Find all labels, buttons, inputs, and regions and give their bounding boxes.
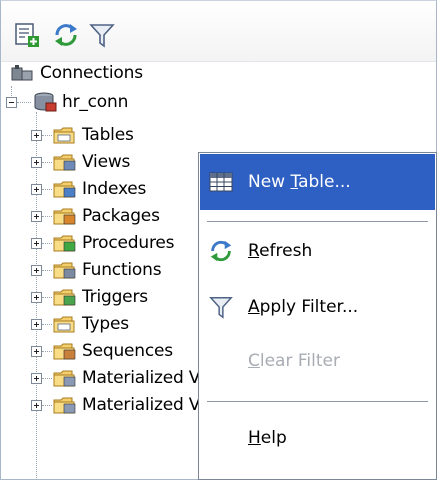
tree-node-label: hr_conn xyxy=(62,92,129,112)
tree-node-label: Indexes xyxy=(82,179,147,199)
database-connection-icon xyxy=(32,91,58,113)
connection-collapse-toggle[interactable] xyxy=(6,97,17,108)
tree-guide-h xyxy=(42,135,52,136)
tree-node-sequences[interactable]: Sequences xyxy=(52,340,173,362)
materialized-view-logs-folder-icon xyxy=(52,394,78,416)
refresh-icon xyxy=(208,238,234,264)
menu-item-help[interactable]: Help xyxy=(200,410,435,466)
tree-node-connections[interactable]: Connections xyxy=(10,62,143,84)
indexes-folder-icon xyxy=(52,178,78,200)
menu-item-label: New Table... xyxy=(248,172,351,192)
tree-guide-h xyxy=(42,297,52,298)
table-grid-icon xyxy=(208,169,234,195)
tree-node-hr-conn[interactable]: hr_conn xyxy=(32,91,128,113)
expand-toggle[interactable] xyxy=(31,319,42,330)
tree-node-procedures[interactable]: Procedures xyxy=(52,232,174,254)
menu-item-label: Help xyxy=(248,428,287,448)
expand-toggle[interactable] xyxy=(31,292,42,303)
filter-icon xyxy=(89,24,115,48)
procedures-folder-icon xyxy=(52,232,78,254)
tree-node-label: Connections xyxy=(40,63,143,83)
sequences-folder-icon xyxy=(52,340,78,362)
menu-item-label: Refresh xyxy=(248,241,313,261)
tree-guide-h xyxy=(42,216,52,217)
new-connection-button[interactable] xyxy=(13,21,41,49)
tree-node-label: Packages xyxy=(82,206,160,226)
expand-toggle[interactable] xyxy=(31,157,42,168)
tree-node-indexes[interactable]: Indexes xyxy=(52,178,146,200)
menu-item-label: Clear Filter xyxy=(248,351,340,371)
connections-toolbar xyxy=(1,1,436,62)
expand-toggle[interactable] xyxy=(31,400,42,411)
tree-node-packages[interactable]: Packages xyxy=(52,205,160,227)
refresh-connections-button[interactable] xyxy=(52,21,80,49)
expand-toggle[interactable] xyxy=(31,130,42,141)
menu-item-refresh[interactable]: Refresh xyxy=(200,223,435,279)
triggers-folder-icon xyxy=(52,286,78,308)
materialized-views-folder-icon xyxy=(52,367,78,389)
tree-node-label: Types xyxy=(82,314,129,334)
tree-node-label: Views xyxy=(82,152,131,172)
tree-guide-h xyxy=(42,324,52,325)
context-menu: New Table... Refresh Apply Filter... Cle… xyxy=(198,152,437,480)
tree-node-views[interactable]: Views xyxy=(52,151,130,173)
menu-separator xyxy=(207,221,428,222)
tree-node-tables[interactable]: Tables xyxy=(52,124,134,146)
tree-node-label: Triggers xyxy=(82,287,148,307)
tree-guide-h xyxy=(42,351,52,352)
tree-node-label: Sequences xyxy=(82,341,173,361)
tables-folder-icon xyxy=(52,124,78,146)
tree-node-functions[interactable]: Functions xyxy=(52,259,162,281)
tree-node-label: Functions xyxy=(82,260,162,280)
menu-item-apply-filter[interactable]: Apply Filter... xyxy=(200,279,435,335)
expand-toggle[interactable] xyxy=(31,238,42,249)
expand-toggle[interactable] xyxy=(31,184,42,195)
expand-toggle[interactable] xyxy=(31,211,42,222)
menu-item-new-table[interactable]: New Table... xyxy=(200,154,435,210)
menu-item-clear-filter: Clear Filter xyxy=(200,333,435,389)
expand-toggle[interactable] xyxy=(31,373,42,384)
tree-guide-h xyxy=(17,102,31,103)
tree-guide-h xyxy=(42,378,52,379)
tree-node-label: Procedures xyxy=(82,233,175,253)
new-connection-icon xyxy=(15,23,39,47)
tree-guide-h xyxy=(42,189,52,190)
tree-guide-h xyxy=(42,405,52,406)
refresh-icon xyxy=(55,24,77,46)
expand-toggle[interactable] xyxy=(31,265,42,276)
tree-guide-h xyxy=(42,243,52,244)
tree-guide-h xyxy=(42,162,52,163)
tree-node-label: Tables xyxy=(82,125,134,145)
types-folder-icon xyxy=(52,313,78,335)
functions-folder-icon xyxy=(52,259,78,281)
packages-folder-icon xyxy=(52,205,78,227)
menu-separator xyxy=(207,401,428,402)
filter-connections-button[interactable] xyxy=(88,21,116,49)
views-folder-icon xyxy=(52,151,78,173)
tree-guide-h xyxy=(42,270,52,271)
tree-node-types[interactable]: Types xyxy=(52,313,129,335)
filter-icon xyxy=(208,294,234,320)
tree-node-triggers[interactable]: Triggers xyxy=(52,286,148,308)
expand-toggle[interactable] xyxy=(31,346,42,357)
menu-item-label: Apply Filter... xyxy=(248,297,359,317)
connections-icon xyxy=(10,62,36,84)
